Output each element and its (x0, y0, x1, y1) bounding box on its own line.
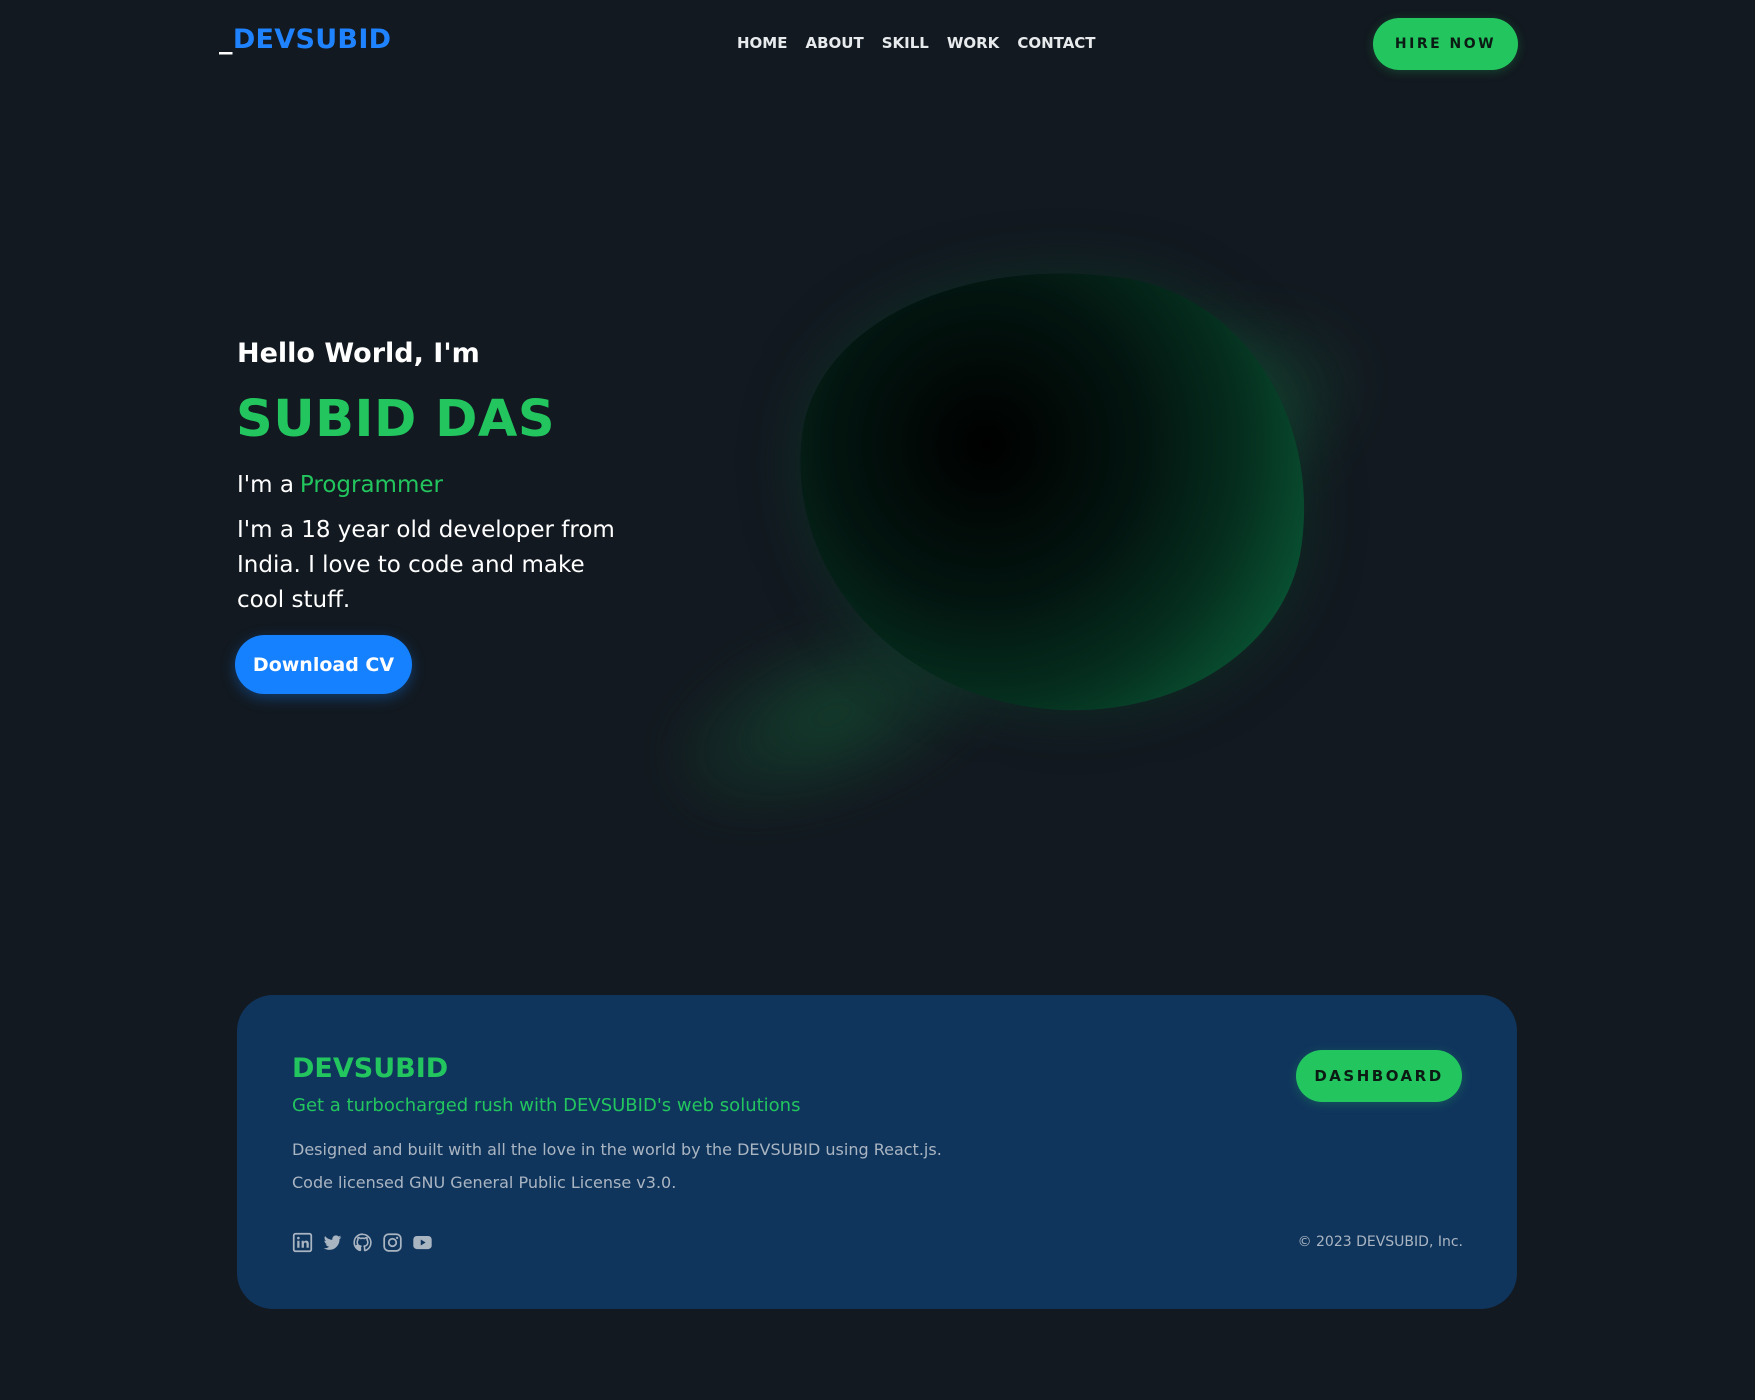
nav-about[interactable]: ABOUT (805, 34, 863, 52)
nav-work[interactable]: WORK (947, 34, 999, 52)
logo-text: DEVSUBID (232, 24, 392, 55)
footer-license: Code licensed GNU General Public License… (292, 1173, 677, 1192)
hero-name: SUBID DAS (236, 390, 556, 449)
footer-brand: DEVSUBID (292, 1053, 449, 1084)
social-links (292, 1232, 433, 1253)
hero-role-line: I'm a Programmer (237, 472, 443, 498)
hire-now-button[interactable]: HIRE NOW (1373, 18, 1518, 70)
hero-blob-graphic (769, 236, 1335, 742)
logo-underscore: _ (219, 24, 233, 55)
footer-tagline: Get a turbocharged rush with DEVSUBID's … (292, 1095, 801, 1116)
hero-role-prefix: I'm a (237, 472, 294, 498)
logo[interactable]: _DEVSUBID (219, 24, 391, 55)
footer-credit: Designed and built with all the love in … (292, 1140, 942, 1159)
linkedin-icon[interactable] (292, 1232, 313, 1253)
github-icon[interactable] (352, 1232, 373, 1253)
hero-greeting: Hello World, I'm (237, 338, 480, 369)
nav-contact[interactable]: CONTACT (1017, 34, 1095, 52)
main-nav: HOME ABOUT SKILL WORK CONTACT (737, 34, 1096, 52)
dashboard-button[interactable]: DASHBOARD (1296, 1050, 1462, 1102)
copyright-text: © 2023 DEVSUBID, Inc. (1297, 1234, 1463, 1250)
twitter-icon[interactable] (322, 1232, 343, 1253)
download-cv-button[interactable]: Download CV (235, 635, 412, 694)
instagram-icon[interactable] (382, 1232, 403, 1253)
nav-home[interactable]: HOME (737, 34, 787, 52)
youtube-icon[interactable] (412, 1232, 433, 1253)
hero-bio: I'm a 18 year old developer from India. … (237, 517, 615, 613)
nav-skill[interactable]: SKILL (882, 34, 929, 52)
hero-role: Programmer (299, 472, 443, 498)
footer-card: DEVSUBID Get a turbocharged rush with DE… (237, 995, 1517, 1309)
